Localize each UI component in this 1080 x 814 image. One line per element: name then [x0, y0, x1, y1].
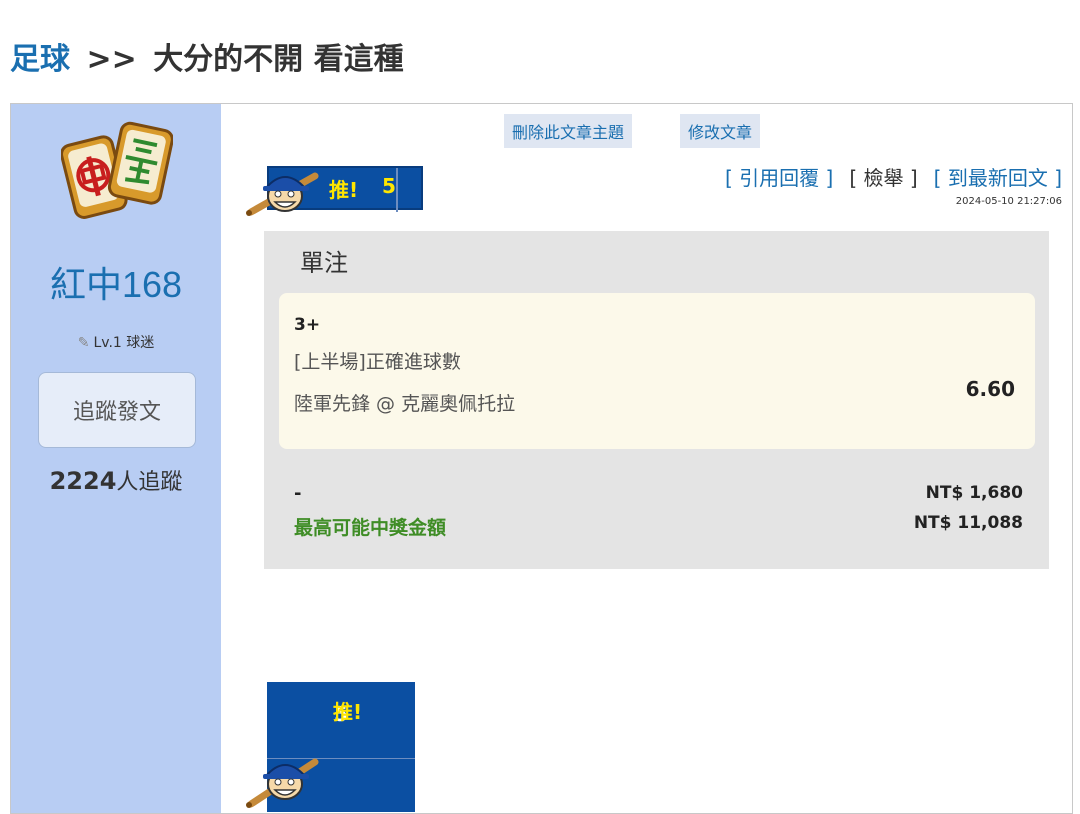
bet-item: 3+ [上半場]正確進球數 陸軍先鋒 @ 克麗奧佩托拉 6.60 — [279, 293, 1035, 449]
follower-count: 2224人追蹤 — [11, 464, 221, 496]
stake-label: - — [294, 483, 302, 504]
bet-pick: 3+ — [294, 315, 321, 335]
breadcrumb-football-link[interactable]: 足球 — [10, 42, 70, 77]
edit-post-button[interactable]: 修改文章 — [680, 114, 761, 148]
max-payout-label: 最高可能中獎金額 — [294, 517, 447, 539]
post-content: 刪除此文章主題 修改文章 推! 5 [ 引用回覆 ] [ 檢舉 ] [ 到最新回文 … — [223, 104, 1072, 813]
push-badge[interactable]: 推! 5 — [245, 166, 423, 216]
baseball-mascot-icon — [246, 172, 319, 216]
post-actions: [ 引用回覆 ] [ 檢舉 ] [ 到最新回文 ] — [725, 162, 1062, 191]
author-name[interactable]: 紅中168 — [11, 256, 221, 308]
pencil-icon: ✎ — [77, 335, 90, 351]
push-button[interactable]: 5 推! — [245, 682, 421, 812]
bet-market: [上半場]正確進球數 — [294, 351, 461, 373]
level-text: Lv.1 球迷 — [93, 335, 155, 351]
author-sidebar: 紅中168 ✎ Lv.1 球迷 追蹤發文 2224人追蹤 — [11, 104, 221, 813]
follow-button[interactable]: 追蹤發文 — [38, 372, 196, 448]
bet-type: 單注 — [300, 249, 348, 277]
mahjong-tiles-icon[interactable] — [61, 118, 173, 228]
quote-reply-link[interactable]: [ 引用回覆 ] — [725, 166, 833, 190]
push-count: 5 — [382, 174, 396, 198]
bet-match: 陸軍先鋒 @ 克麗奧佩托拉 — [294, 393, 516, 415]
bet-odds: 6.60 — [965, 377, 1015, 401]
bet-slip: 單注 3+ [上半場]正確進球數 陸軍先鋒 @ 克麗奧佩托拉 6.60 - NT… — [264, 231, 1049, 569]
author-level: ✎ Lv.1 球迷 — [11, 332, 221, 352]
delete-topic-button[interactable]: 刪除此文章主題 — [504, 114, 633, 148]
baseball-mascot-icon — [246, 758, 319, 808]
stake-amount: NT$ 1,680 — [925, 483, 1023, 503]
post-frame: 紅中168 ✎ Lv.1 球迷 追蹤發文 2224人追蹤 刪除此文章主題 修改文章… — [10, 103, 1073, 814]
post-timestamp: 2024-05-10 21:27:06 — [955, 196, 1062, 207]
breadcrumb-separator: >> — [86, 42, 137, 77]
topic-title: 大分的不開 看這種 — [153, 42, 404, 77]
follower-number: 2224 — [49, 467, 117, 495]
follower-suffix: 人追蹤 — [116, 470, 183, 495]
page-title: 足球 >> 大分的不開 看這種 — [10, 34, 404, 78]
max-payout-amount: NT$ 11,088 — [913, 513, 1023, 533]
latest-reply-link[interactable]: [ 到最新回文 ] — [934, 166, 1062, 190]
report-link[interactable]: [ 檢舉 ] — [849, 166, 917, 190]
push-label: 推! — [329, 178, 359, 202]
push-divider — [396, 168, 398, 212]
push-box-label: 推! — [333, 700, 363, 724]
